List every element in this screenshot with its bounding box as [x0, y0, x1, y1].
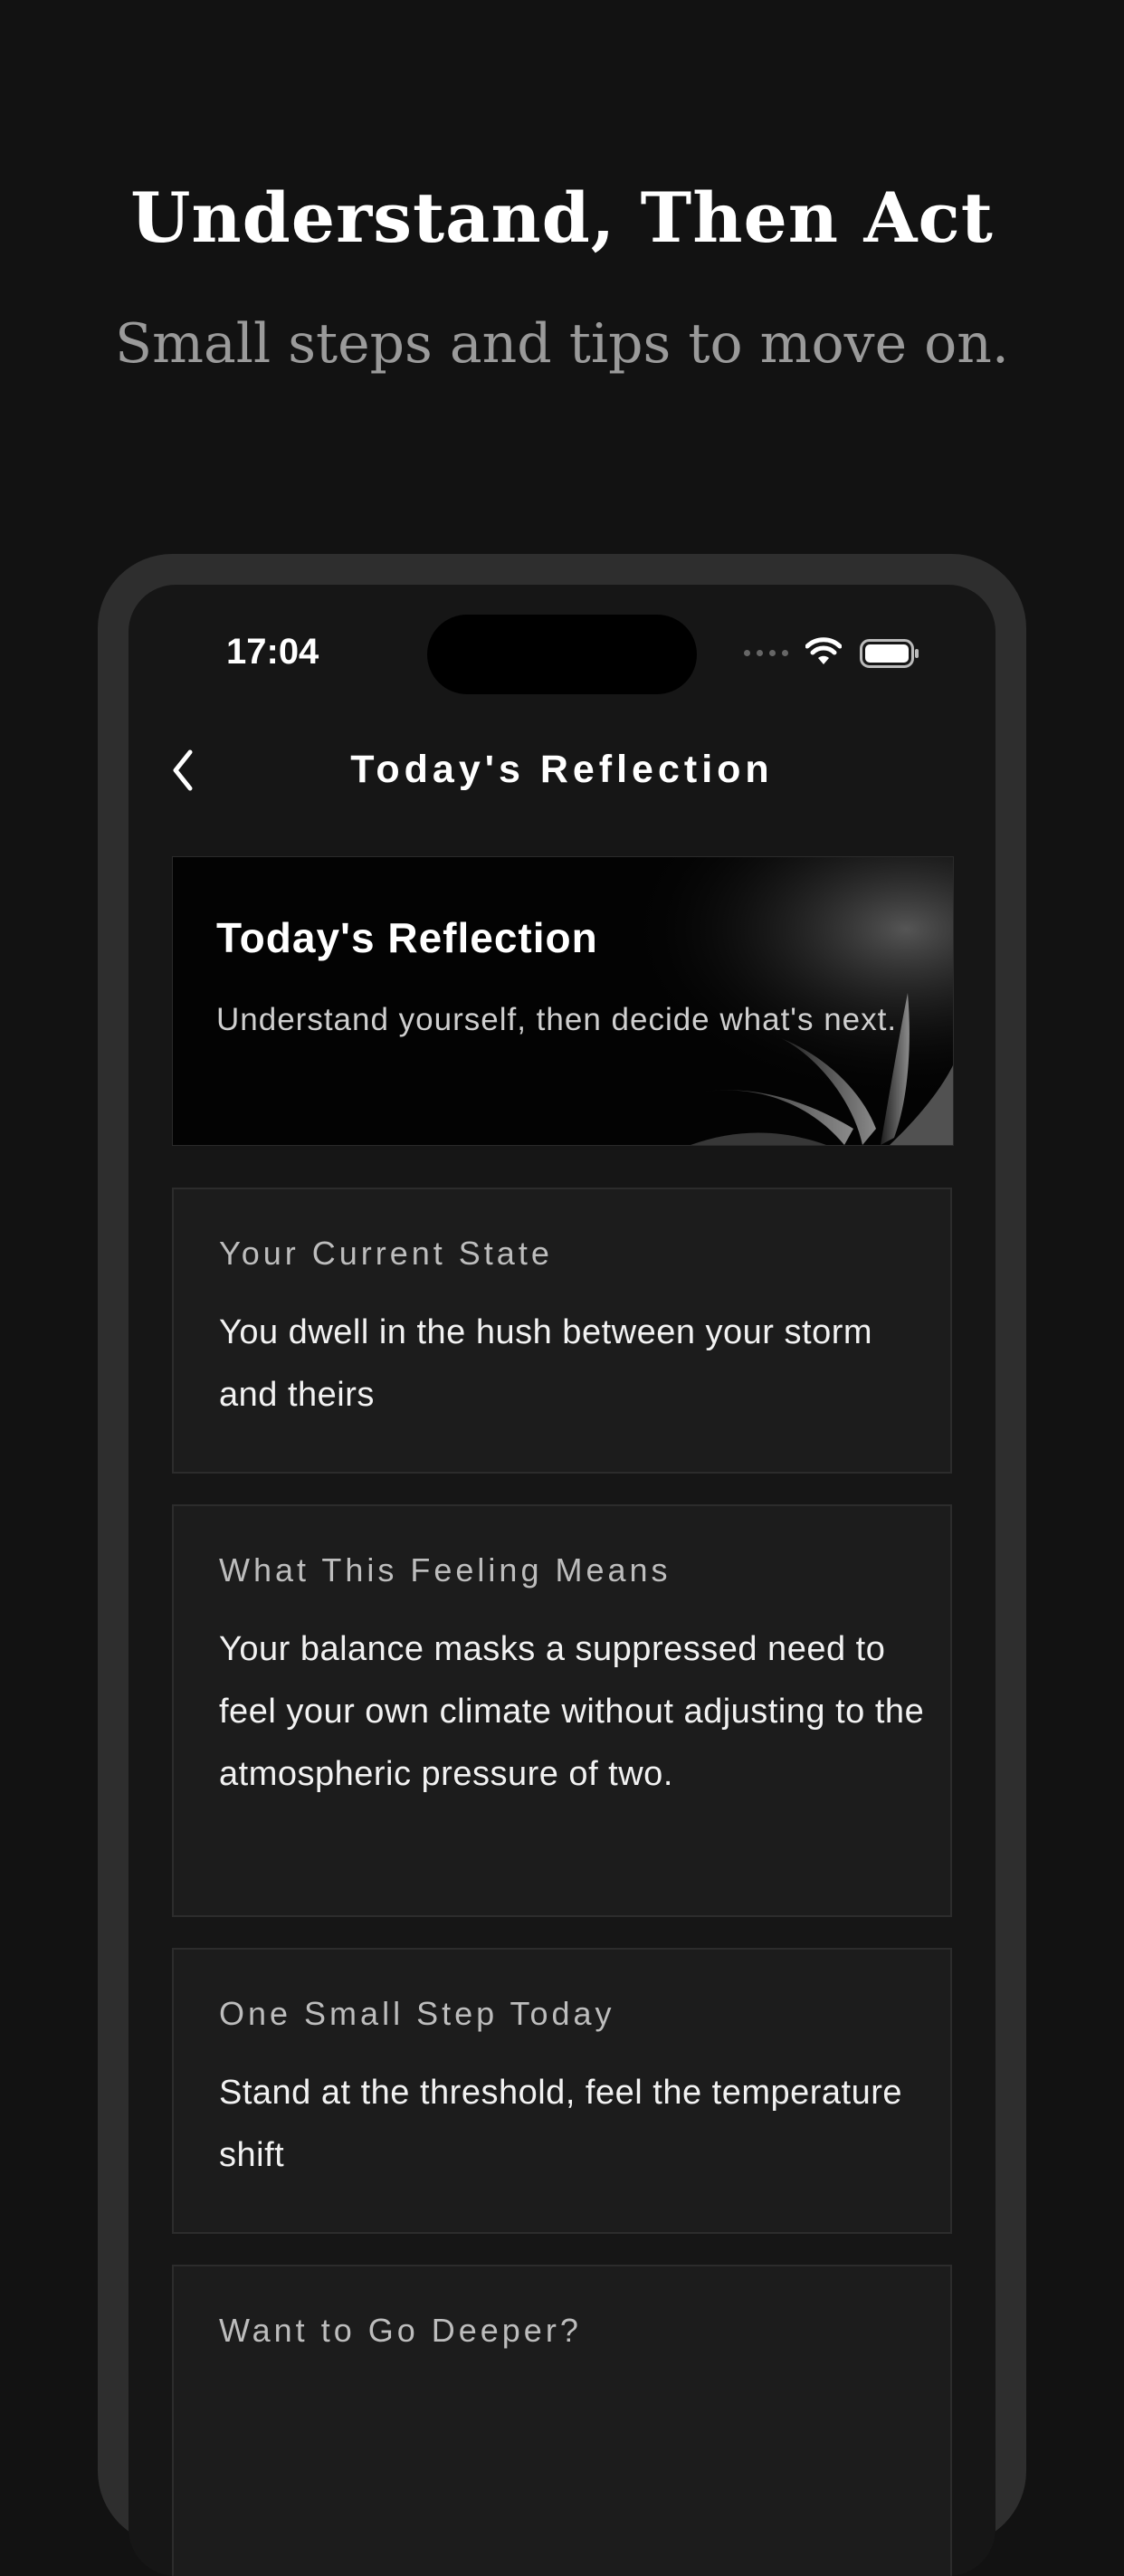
card-feeling-meaning: What This Feeling Means Your balance mas…	[172, 1504, 952, 1917]
card-label: Your Current State	[219, 1235, 553, 1272]
phone-screen: 17:04 Today's Reflection Today's Reflect…	[129, 585, 995, 2576]
card-body: Your balance masks a suppressed need to …	[219, 1630, 925, 1793]
wifi-icon	[805, 637, 842, 664]
card-label: Want to Go Deeper?	[219, 2312, 582, 2349]
marketing-subheadline: Small steps and tips to move on.	[114, 312, 1009, 376]
card-go-deeper[interactable]: Want to Go Deeper?	[172, 2265, 952, 2576]
cellular-dots-icon	[744, 650, 788, 656]
card-body: You dwell in the hush between your storm…	[219, 1313, 873, 1414]
nav-title: Today's Reflection	[350, 748, 774, 791]
dynamic-island	[427, 615, 697, 694]
hero-subtitle: Understand yourself, then decide what's …	[216, 1002, 898, 1037]
card-small-step: One Small Step Today Stand at the thresh…	[172, 1948, 952, 2234]
card-label: What This Feeling Means	[219, 1551, 672, 1589]
marketing-headline: Understand, Then Act	[130, 177, 994, 258]
status-icons	[744, 635, 925, 672]
phone-frame: 17:04 Today's Reflection Today's Reflect…	[98, 554, 1026, 2576]
card-body: Stand at the threshold, feel the tempera…	[219, 2074, 903, 2174]
hero-title: Today's Reflection	[216, 914, 598, 961]
battery-icon	[860, 639, 919, 668]
status-time: 17:04	[226, 632, 319, 672]
card-label: One Small Step Today	[219, 1995, 615, 2032]
hero-banner: Today's Reflection Understand yourself, …	[172, 856, 954, 1146]
card-current-state: Your Current State You dwell in the hush…	[172, 1188, 952, 1474]
